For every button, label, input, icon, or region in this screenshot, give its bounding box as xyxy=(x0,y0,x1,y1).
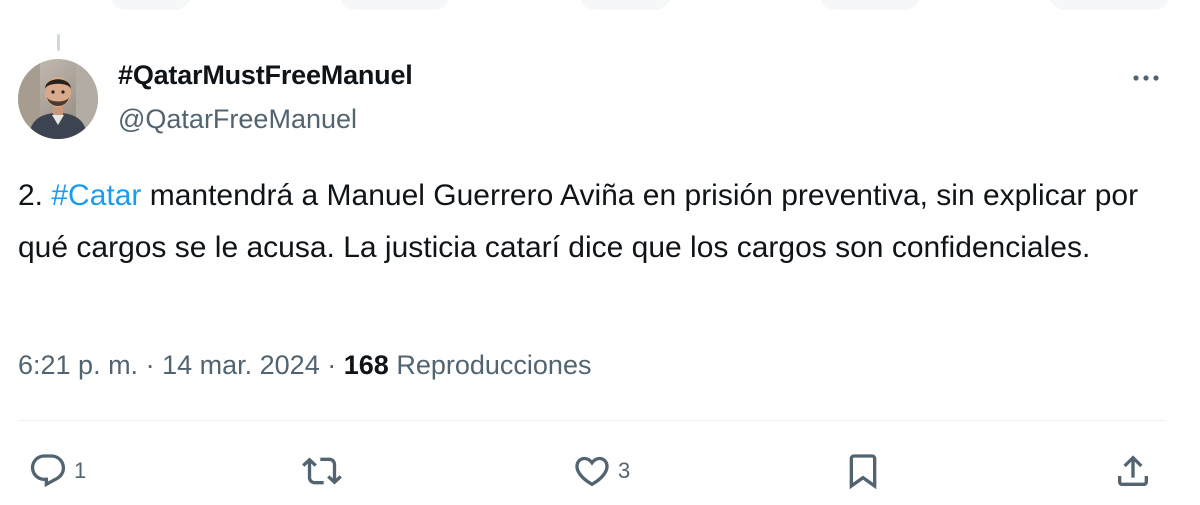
hashtag-link[interactable]: #Catar xyxy=(51,179,141,212)
thread-connector-line xyxy=(57,34,60,51)
divider xyxy=(18,420,1166,421)
tweet-text: 2. #Catar mantendrá a Manuel Guerrero Av… xyxy=(18,170,1183,274)
author-handle[interactable]: @QatarFreeManuel xyxy=(118,104,357,135)
avatar[interactable] xyxy=(18,59,98,139)
like-count: 3 xyxy=(618,458,631,483)
reply-button[interactable]: 1 xyxy=(28,451,86,491)
tweet-time[interactable]: 6:21 p. m. xyxy=(18,350,138,380)
like-button[interactable]: 3 xyxy=(572,451,630,491)
retweet-button[interactable] xyxy=(300,451,344,491)
heart-icon xyxy=(575,456,609,487)
tweet-meta: 6:21 p. m. · 14 mar. 2024 · 168 Reproduc… xyxy=(18,350,591,381)
meta-separator: · xyxy=(145,350,155,380)
tweet-text-body: mantendrá a Manuel Guerrero Aviña en pri… xyxy=(18,179,1139,264)
meta-separator: · xyxy=(327,350,337,380)
tweet-date[interactable]: 14 mar. 2024 xyxy=(162,350,320,380)
views-label: Reproducciones xyxy=(396,350,592,380)
share-icon xyxy=(1118,455,1148,486)
bookmark-button[interactable] xyxy=(843,451,883,491)
views-count: 168 xyxy=(343,350,389,380)
person-avatar-icon xyxy=(18,59,98,139)
retweet-icon xyxy=(302,457,342,485)
more-options-icon[interactable] xyxy=(1128,66,1164,90)
reply-count: 1 xyxy=(74,458,87,483)
reply-icon xyxy=(30,454,66,488)
previous-tweet-actions-fade xyxy=(0,0,1200,22)
author-display-name[interactable]: #QatarMustFreeManuel xyxy=(118,60,413,91)
bookmark-icon xyxy=(849,454,877,490)
tweet-text-prefix: 2. xyxy=(18,179,52,212)
share-button[interactable] xyxy=(1113,451,1153,491)
